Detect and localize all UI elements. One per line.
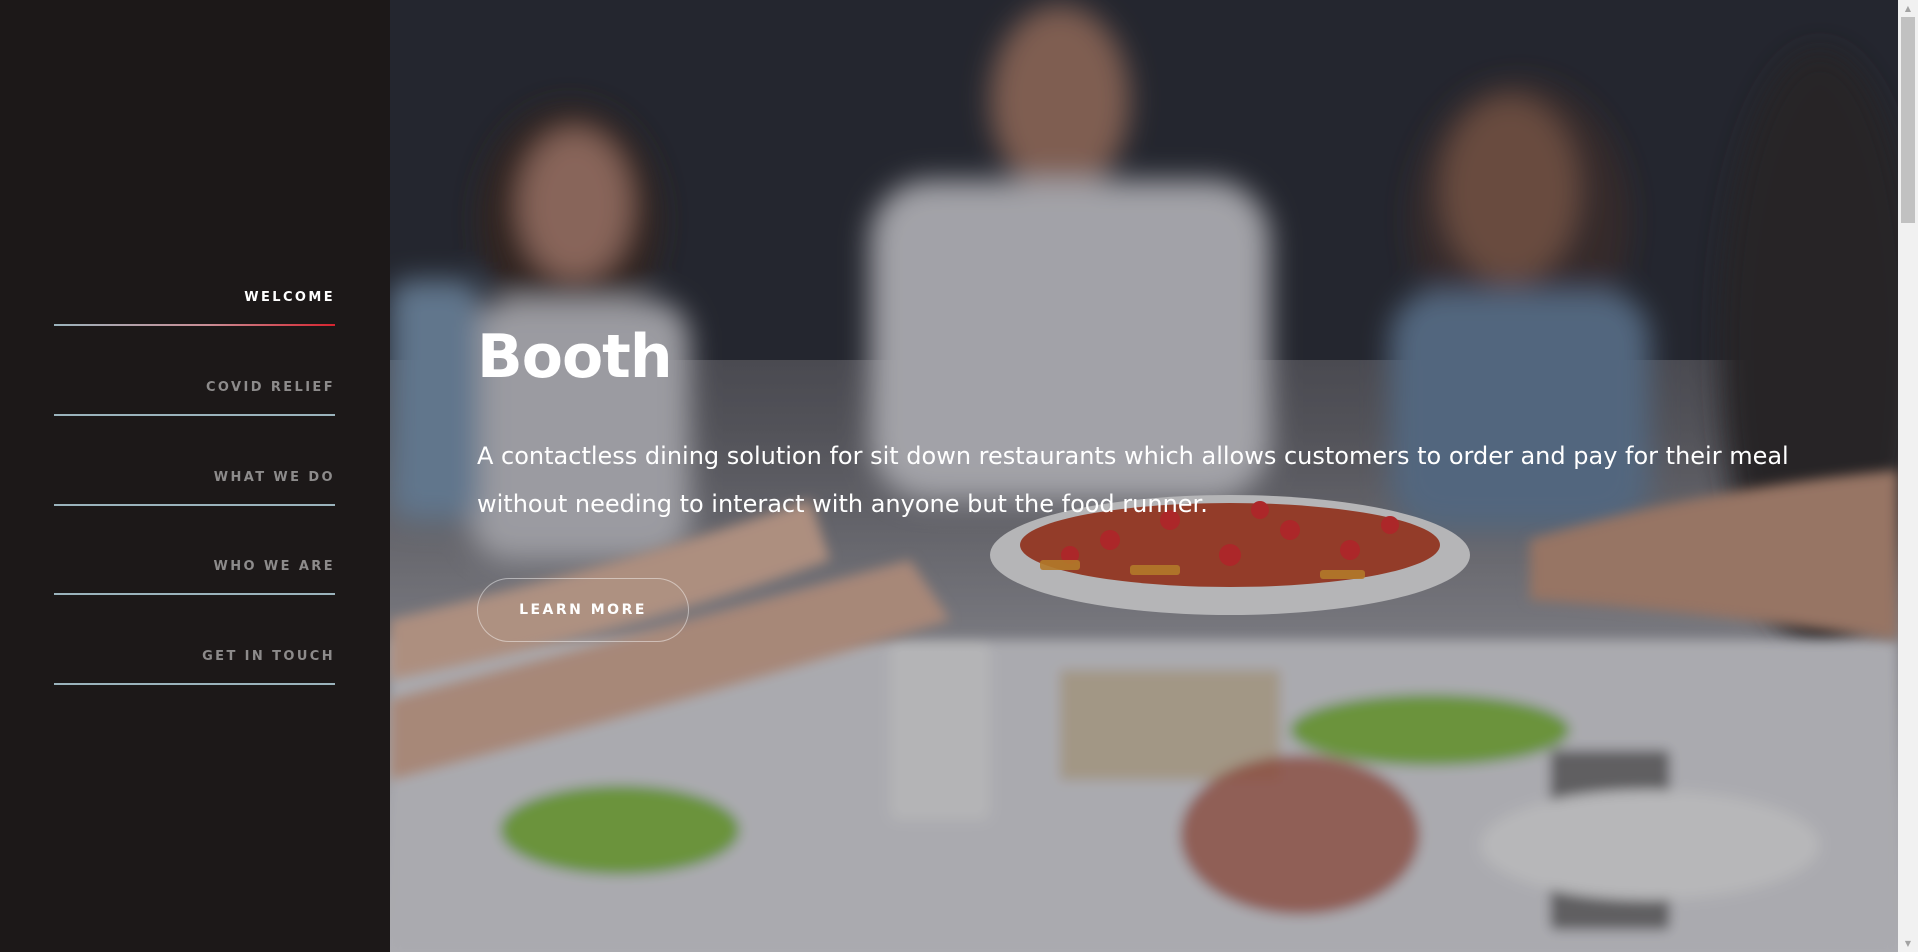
nav-item-get-in-touch[interactable]: GET IN TOUCH	[54, 649, 335, 685]
nav-item-label: WELCOME	[244, 290, 335, 305]
nav-underline	[54, 683, 335, 685]
nav-item-label: WHAT WE DO	[213, 470, 335, 485]
nav-item-covid-relief[interactable]: COVID RELIEF	[54, 380, 335, 416]
page-scrollbar[interactable]: ▲ ▼	[1898, 0, 1918, 952]
nav-item-label: GET IN TOUCH	[202, 649, 335, 664]
hero-description: A contactless dining solution for sit do…	[477, 442, 1789, 518]
nav-item-what-we-do[interactable]: WHAT WE DO	[54, 470, 335, 506]
nav-underline	[54, 504, 335, 506]
nav-item-label: COVID RELIEF	[205, 380, 335, 395]
nav-underline	[54, 324, 335, 326]
nav-underline	[54, 414, 335, 416]
nav-item-who-we-are[interactable]: WHO WE ARE	[54, 559, 335, 595]
scroll-down-icon[interactable]: ▼	[1898, 935, 1918, 952]
nav-item-welcome[interactable]: WELCOME	[54, 290, 335, 326]
nav-underline	[54, 593, 335, 595]
scroll-up-icon[interactable]: ▲	[1898, 0, 1918, 17]
sidebar-nav: WELCOME COVID RELIEF WHAT WE DO WHO WE A…	[0, 0, 390, 952]
learn-more-button[interactable]: LEARN MORE	[477, 578, 689, 642]
hero-title: Booth	[477, 322, 673, 392]
scroll-thumb[interactable]	[1901, 17, 1915, 223]
nav-item-label: WHO WE ARE	[213, 559, 335, 574]
hero-section: Booth A contactless dining solution for …	[390, 0, 1898, 952]
